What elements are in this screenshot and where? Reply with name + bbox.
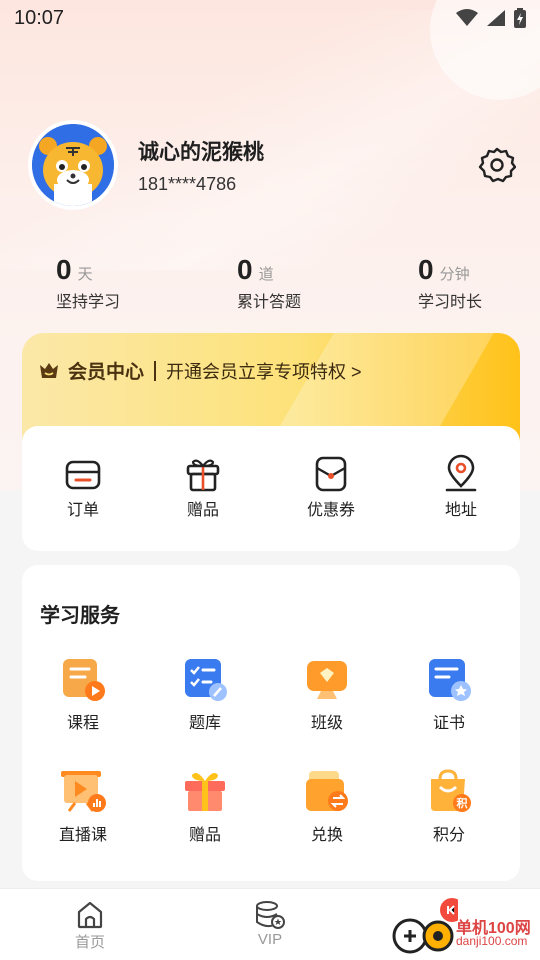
stat-value: 0: [418, 254, 434, 285]
question-bank-icon: [185, 659, 227, 701]
service-exchange[interactable]: 兑换: [282, 767, 372, 845]
service-label: 赠品: [188, 827, 221, 844]
vip-divider: [154, 360, 157, 381]
order-label: 订单: [66, 502, 99, 519]
service-class[interactable]: 班级: [282, 655, 372, 733]
service-question-bank[interactable]: 题库: [160, 655, 250, 733]
coupon-icon: [315, 456, 347, 492]
stat-label: 坚持学习: [56, 294, 121, 311]
wifi-icon: [456, 9, 478, 26]
service-gift[interactable]: 赠品: [160, 767, 250, 845]
status-icons: [456, 8, 526, 28]
service-label: 直播课: [58, 827, 107, 844]
stat-answered[interactable]: 0道 累计答题: [237, 254, 301, 312]
status-time: 10:07: [14, 6, 65, 29]
order-label: 优惠券: [306, 502, 355, 519]
stat-study-days[interactable]: 0天 坚持学习: [56, 254, 120, 312]
user-phone: 181****4786: [138, 174, 237, 194]
order-item-gifts[interactable]: 赠品: [158, 454, 248, 520]
service-label: 课程: [66, 715, 99, 732]
order-item-address[interactable]: 地址: [416, 454, 506, 520]
certificate-icon: [429, 659, 471, 701]
stat-label: 累计答题: [237, 294, 302, 311]
stats-row: 0天 坚持学习 0道 累计答题 0 分钟 学习时长: [0, 254, 540, 314]
profile-section: 诚心的泥猴桃 181****4786: [28, 120, 528, 212]
tab-label: 首页: [74, 934, 105, 951]
crown-icon: [40, 362, 58, 378]
watermark-icon: [392, 898, 464, 954]
gift-icon: [186, 459, 220, 492]
points-icon: 积: [431, 769, 471, 812]
gear-icon: [478, 147, 517, 183]
signal-icon: [487, 10, 505, 26]
service-label: 证书: [432, 715, 465, 732]
orders-card: 订单 赠品 优惠券 地址: [22, 426, 520, 551]
status-bar: 10:07: [0, 0, 540, 36]
tiger-avatar-icon: [32, 124, 114, 206]
gift-box-icon: [185, 773, 225, 811]
class-icon: [307, 661, 347, 699]
stat-unit: 天: [77, 266, 93, 283]
stat-unit: 分钟: [439, 266, 470, 283]
svg-text:积: 积: [457, 796, 468, 810]
vip-icon: [256, 901, 285, 929]
settings-button[interactable]: [478, 146, 517, 184]
vip-row: 会员中心 开通会员立享专项特权 >: [38, 357, 362, 384]
order-label: 地址: [444, 502, 477, 519]
battery-icon: [514, 8, 526, 28]
stat-label: 学习时长: [418, 294, 483, 311]
live-class-icon: [61, 771, 106, 812]
order-item-orders[interactable]: 订单: [38, 454, 128, 520]
exchange-icon: [306, 771, 348, 811]
course-icon: [63, 659, 105, 701]
stat-study-time[interactable]: 0 分钟 学习时长: [418, 254, 482, 312]
vip-description: 开通会员立享专项特权 >: [166, 361, 362, 382]
services-card: 学习服务 课程 题库 班级 证书 直播课 赠品 兑换 积 积分: [22, 565, 520, 881]
tab-label: VIP: [257, 931, 283, 948]
service-certificate[interactable]: 证书: [404, 655, 494, 733]
order-label: 赠品: [186, 502, 219, 519]
location-icon: [445, 454, 477, 492]
service-live-class[interactable]: 直播课: [38, 767, 128, 845]
service-label: 兑换: [310, 827, 343, 844]
vip-title: 会员中心: [68, 362, 145, 383]
service-label: 班级: [310, 715, 343, 732]
order-icon: [65, 460, 101, 490]
stat-unit: 道: [258, 266, 274, 283]
service-label: 题库: [188, 715, 221, 732]
avatar[interactable]: [28, 120, 118, 210]
watermark-subtext: danji100.com: [456, 934, 528, 948]
order-item-coupons[interactable]: 优惠券: [286, 454, 376, 520]
service-course[interactable]: 课程: [38, 655, 128, 733]
home-icon: [77, 901, 103, 929]
user-name: 诚心的泥猴桃: [138, 141, 264, 164]
tab-home[interactable]: 首页: [45, 899, 135, 952]
service-label: 积分: [432, 827, 465, 844]
tab-vip[interactable]: VIP: [225, 899, 315, 948]
stat-value: 0: [56, 254, 72, 285]
stat-value: 0: [237, 254, 253, 285]
services-title: 学习服务: [40, 605, 120, 627]
watermark-logo: 单机100网 danji100.com: [388, 896, 540, 960]
service-points[interactable]: 积 积分: [404, 767, 494, 845]
